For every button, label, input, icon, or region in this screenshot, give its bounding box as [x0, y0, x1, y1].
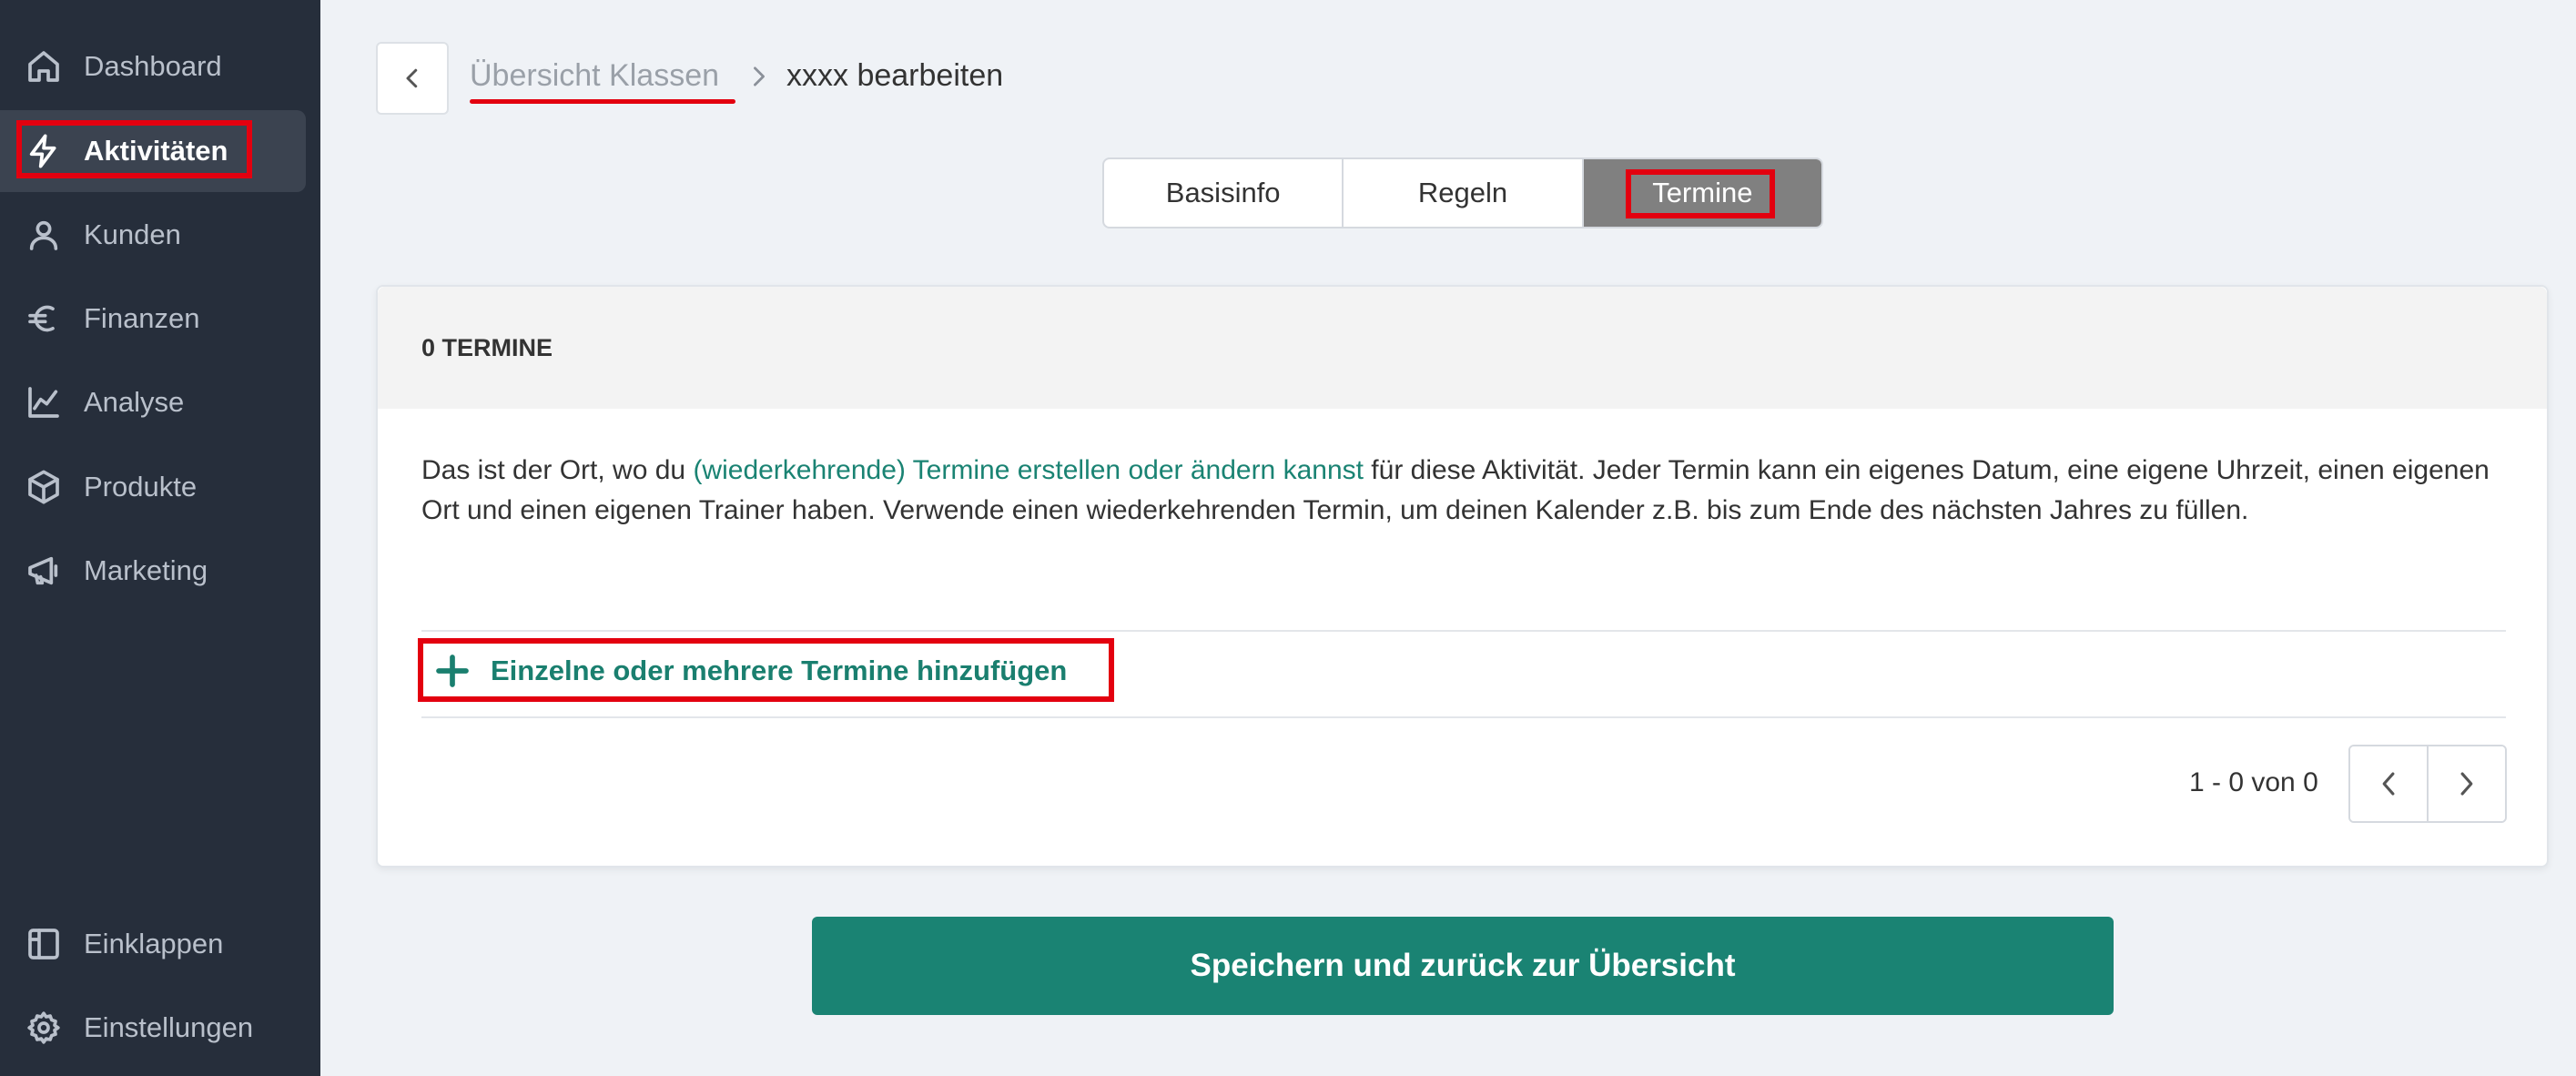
sidebar-item-aktivitaeten[interactable]: Aktivitäten	[0, 110, 306, 192]
pagination-controls	[2348, 745, 2507, 823]
sidebar-item-label: Dashboard	[84, 50, 222, 82]
megaphone-icon	[28, 556, 58, 585]
termine-card: 0 TERMINE Das ist der Ort, wo du (wieder…	[376, 285, 2549, 868]
description-link[interactable]: (wiederkehrende) Termine erstellen oder …	[693, 455, 1364, 485]
save-and-back-button[interactable]: Speichern und zurück zur Übersicht	[812, 917, 2114, 1015]
home-icon	[28, 51, 59, 82]
description-text: Das ist der Ort, wo du (wiederkehrende) …	[421, 451, 2506, 531]
plus-icon	[436, 655, 469, 687]
chevron-left-icon	[406, 68, 418, 88]
sidebar-item-label: Einstellungen	[84, 1011, 254, 1043]
add-termine-button[interactable]: Einzelne oder mehrere Termine hinzufügen	[434, 653, 1067, 689]
sidebar-item-einklappen[interactable]: Einklappen	[0, 903, 306, 985]
sidebar-item-label: Finanzen	[84, 302, 200, 334]
divider	[421, 630, 2506, 632]
card-title: 0 TERMINE	[421, 334, 553, 361]
sidebar-item-einstellungen[interactable]: Einstellungen	[0, 987, 306, 1069]
prev-page-button[interactable]	[2350, 746, 2429, 821]
sidebar-item-label: Einklappen	[84, 928, 224, 959]
breadcrumb-link[interactable]: Übersicht Klassen	[470, 58, 719, 94]
description-part: Das ist der Ort, wo du	[421, 455, 694, 485]
next-page-button[interactable]	[2429, 746, 2505, 821]
sidebar-item-label: Aktivitäten	[84, 135, 228, 167]
tab-basisinfo[interactable]: Basisinfo	[1104, 159, 1344, 227]
line-chart-icon	[28, 387, 59, 418]
sidebar-item-label: Analyse	[84, 386, 185, 418]
box-icon	[28, 470, 59, 504]
card-header: 0 TERMINE	[378, 287, 2547, 409]
gear-icon	[27, 1011, 60, 1044]
lightning-icon	[29, 134, 56, 168]
euro-icon	[28, 305, 55, 332]
user-icon	[29, 220, 58, 250]
collapse-panel-icon	[28, 929, 59, 959]
back-button[interactable]	[376, 42, 449, 115]
sidebar-item-produkte[interactable]: Produkte	[0, 446, 306, 528]
sidebar-item-finanzen[interactable]: Finanzen	[0, 278, 306, 360]
tab-bar: Basisinfo Regeln Termine	[1102, 157, 1823, 228]
divider	[421, 716, 2506, 718]
chevron-left-icon	[2382, 772, 2395, 796]
pagination-info: 1 - 0 von 0	[2189, 767, 2318, 797]
sidebar-item-label: Kunden	[84, 218, 181, 250]
sidebar: Dashboard Aktivitäten Kunden Finanzen An…	[0, 0, 320, 1076]
sidebar-item-label: Produkte	[84, 471, 198, 502]
add-termine-label: Einzelne oder mehrere Termine hinzufügen	[491, 655, 1068, 686]
tab-termine[interactable]: Termine	[1583, 159, 1821, 227]
sidebar-item-analyse[interactable]: Analyse	[0, 361, 306, 443]
chevron-right-icon	[2460, 772, 2473, 796]
breadcrumb-current: xxxx bearbeiten	[786, 58, 1004, 93]
tab-regeln[interactable]: Regeln	[1344, 159, 1584, 227]
chevron-right-icon	[746, 62, 772, 91]
annotation-underline	[470, 99, 735, 104]
sidebar-item-marketing[interactable]: Marketing	[0, 530, 306, 612]
sidebar-item-dashboard[interactable]: Dashboard	[0, 25, 306, 107]
sidebar-item-label: Marketing	[84, 554, 208, 586]
sidebar-item-kunden[interactable]: Kunden	[0, 194, 306, 276]
